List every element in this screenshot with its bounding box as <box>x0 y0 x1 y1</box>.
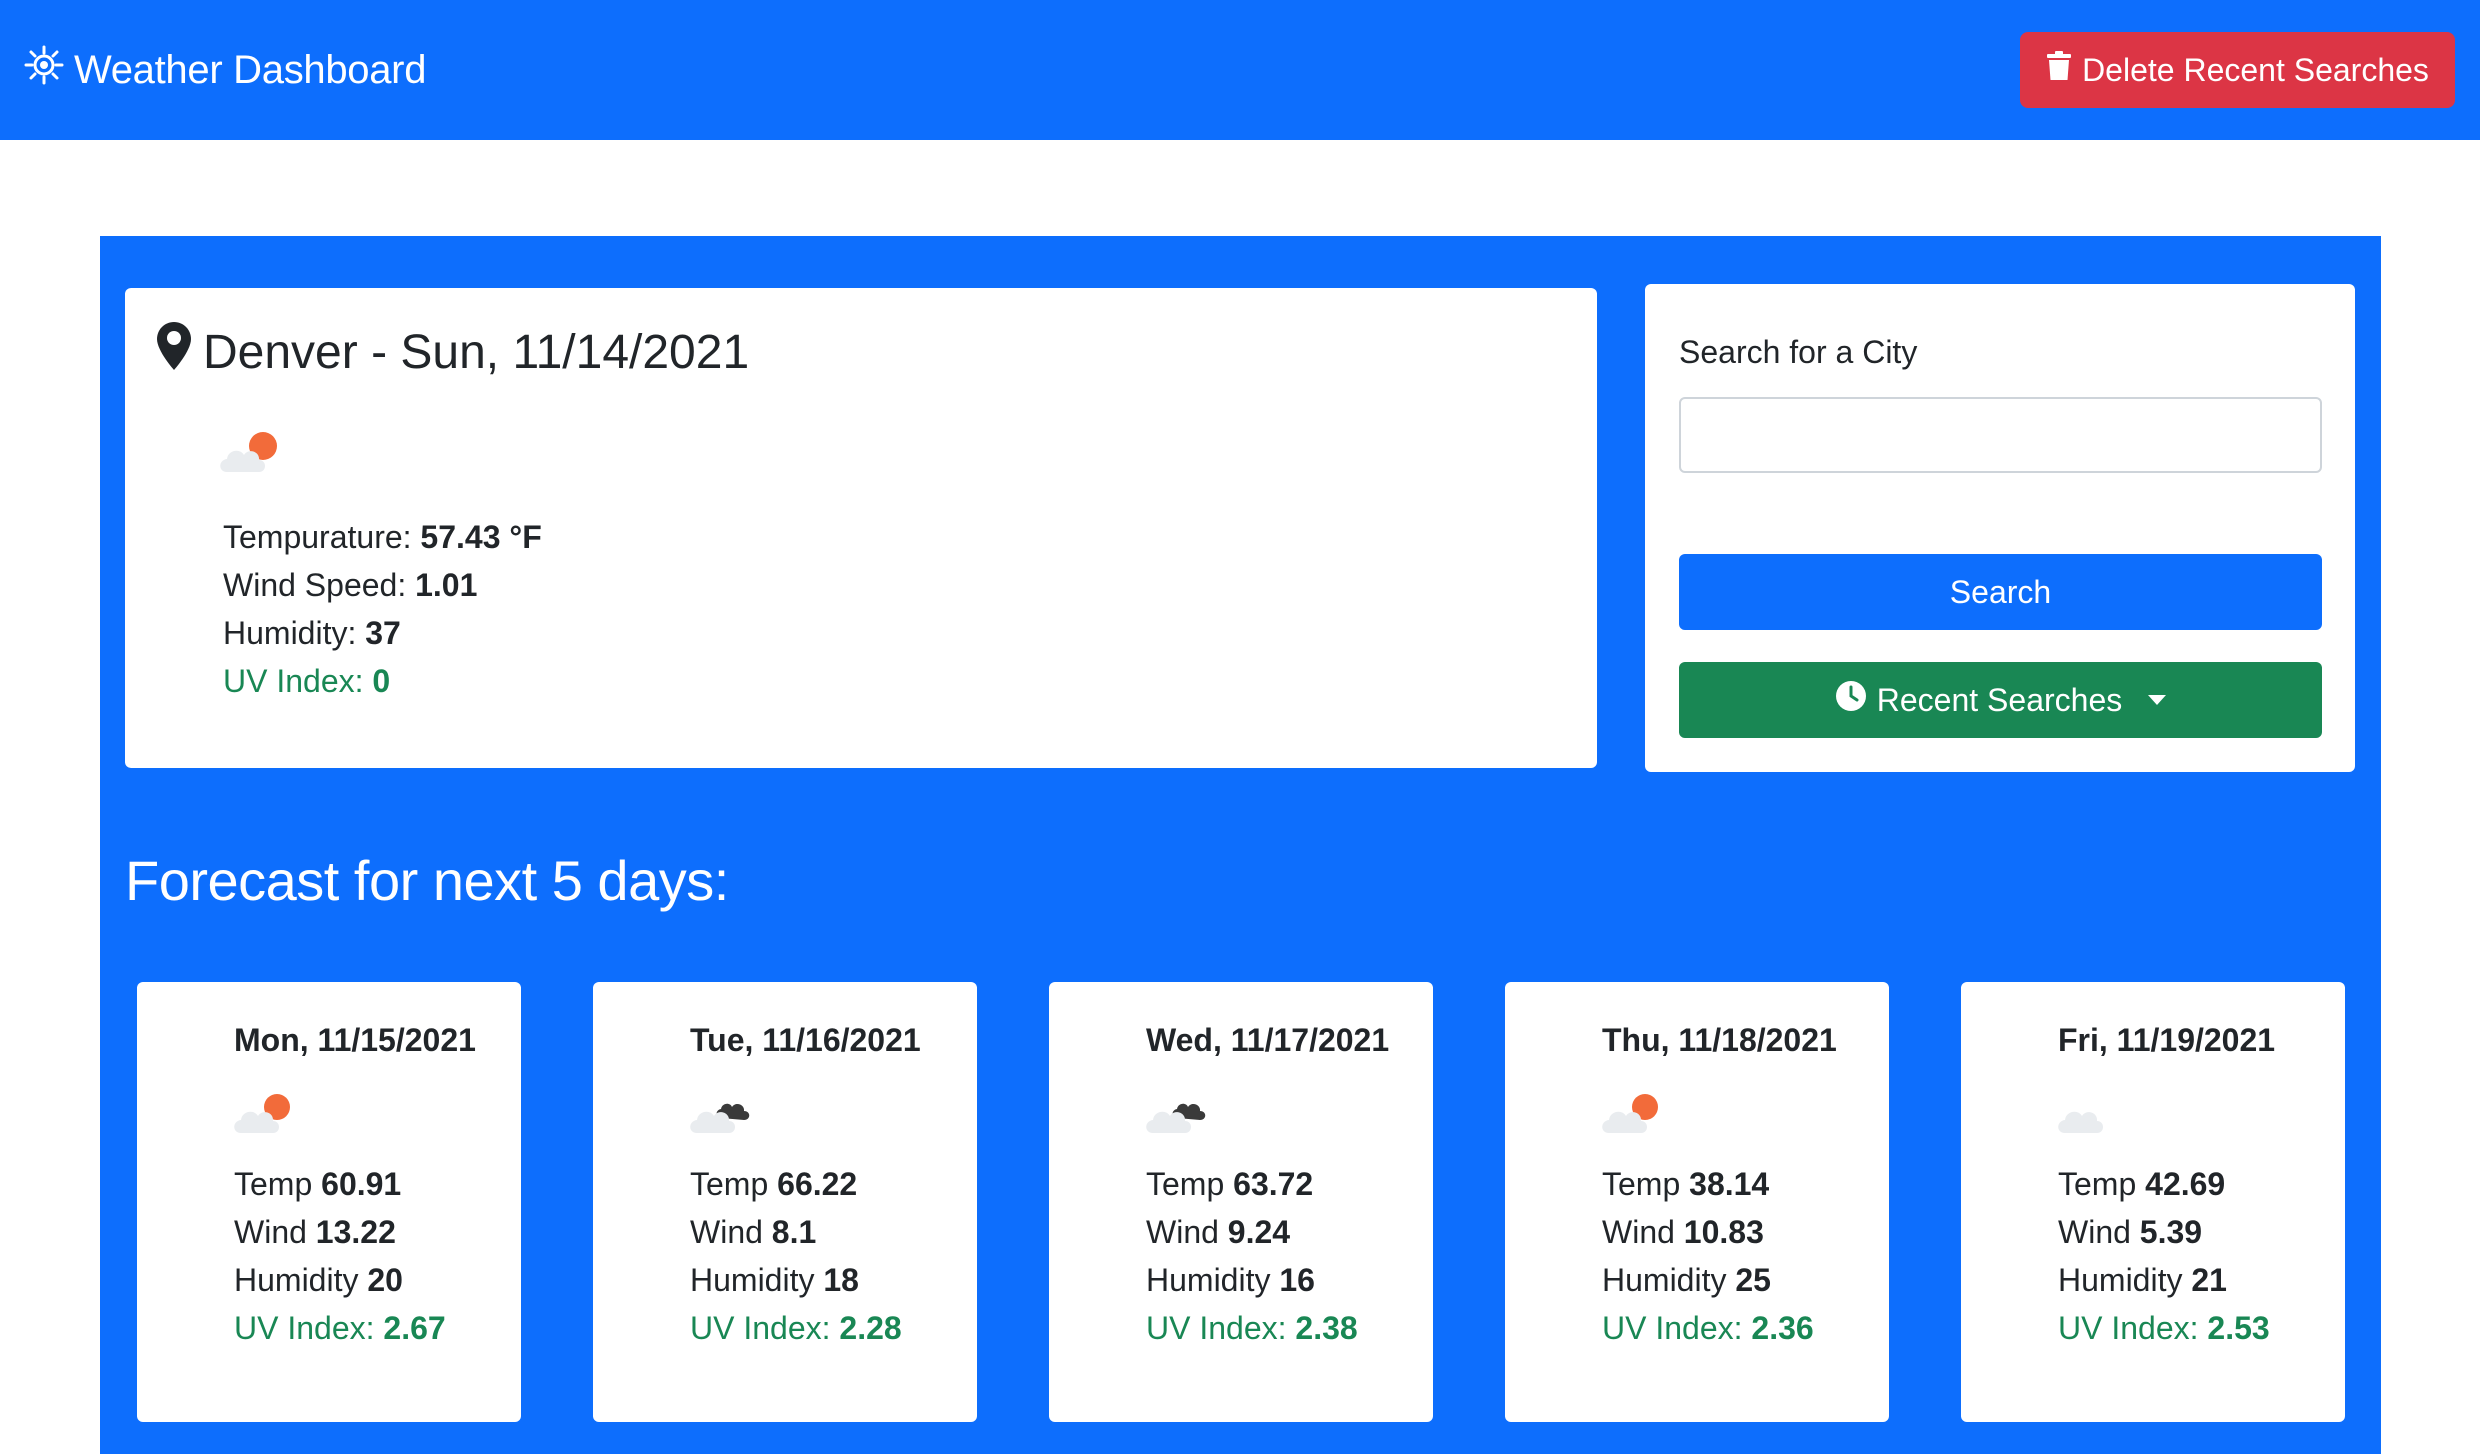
forecast-stats: Temp 60.91 Wind 13.22 Humidity 20 UV Ind… <box>234 1166 446 1346</box>
forecast-card: Wed, 11/17/2021 Temp 63.72 Wind 9.24 Hum… <box>1049 982 1433 1422</box>
search-button[interactable]: Search <box>1679 554 2322 630</box>
forecast-stats: Temp 38.14 Wind 10.83 Humidity 25 UV Ind… <box>1602 1166 1814 1346</box>
search-label: Search for a City <box>1679 334 1918 370</box>
current-uv-index: UV Index: 0 <box>223 663 391 699</box>
current-city-date: Denver - Sun, 11/14/2021 <box>203 325 750 379</box>
partly-cloudy-day-icon <box>1597 1088 1667 1138</box>
forecast-stats: Temp 63.72 Wind 9.24 Humidity 16 UV Inde… <box>1146 1166 1358 1346</box>
forecast-date: Wed, 11/17/2021 <box>1146 1022 1390 1058</box>
cloud-icon <box>2053 1088 2123 1138</box>
delete-button-label: Delete Recent Searches <box>2082 51 2429 88</box>
forecast-card: Fri, 11/19/2021 Temp 42.69 Wind 5.39 Hum… <box>1961 982 2345 1422</box>
partly-cloudy-day-icon <box>229 1088 299 1138</box>
forecast-card: Tue, 11/16/2021 Temp 66.22 Wind 8.1 Humi… <box>593 982 977 1422</box>
current-stats: Tempurature: 57.43 °F Wind Speed: 1.01 H… <box>223 513 542 705</box>
forecast-stats: Temp 66.22 Wind 8.1 Humidity 18 UV Index… <box>690 1166 902 1346</box>
brand-title: Weather Dashboard <box>74 47 427 92</box>
current-title: Denver - Sun, 11/14/2021 <box>157 322 749 382</box>
chevron-down-icon <box>2148 695 2167 705</box>
forecast-stats: Temp 42.69 Wind 5.39 Humidity 21 UV Inde… <box>2058 1166 2270 1346</box>
city-search-input[interactable] <box>1679 397 2322 473</box>
search-card: Search for a City Search Recent Searches <box>1645 284 2355 772</box>
current-temperature: Tempurature: 57.43 °F <box>223 519 542 555</box>
current-humidity: Humidity: 37 <box>223 615 401 651</box>
clock-icon <box>1835 680 1867 720</box>
delete-recent-searches-button[interactable]: Delete Recent Searches <box>2020 32 2455 108</box>
broken-clouds-icon <box>1141 1088 1211 1138</box>
forecast-card: Mon, 11/15/2021 Temp 60.91 Wind 13.22 Hu… <box>137 982 521 1422</box>
forecast-date: Mon, 11/15/2021 <box>234 1022 476 1058</box>
sun-icon <box>24 45 64 95</box>
recent-searches-dropdown[interactable]: Recent Searches <box>1679 662 2322 738</box>
current-weather-card: Denver - Sun, 11/14/2021 Tempurature: 57… <box>125 288 1597 768</box>
navbar: Weather Dashboard Delete Recent Searches <box>0 0 2480 140</box>
map-pin-icon <box>157 322 191 382</box>
forecast-date: Tue, 11/16/2021 <box>690 1022 921 1058</box>
forecast-card: Thu, 11/18/2021 Temp 38.14 Wind 10.83 Hu… <box>1505 982 1889 1422</box>
brand[interactable]: Weather Dashboard <box>24 45 426 95</box>
forecast-title: Forecast for next 5 days: <box>125 849 729 912</box>
partly-cloudy-day-icon <box>215 426 285 478</box>
forecast-date: Fri, 11/19/2021 <box>2058 1022 2276 1058</box>
broken-clouds-icon <box>685 1088 755 1138</box>
forecast-date: Thu, 11/18/2021 <box>1602 1022 1837 1058</box>
current-wind-speed: Wind Speed: 1.01 <box>223 567 478 603</box>
main-container: Denver - Sun, 11/14/2021 Tempurature: 57… <box>100 236 2381 1454</box>
recent-searches-label: Recent Searches <box>1876 681 2123 718</box>
trash-icon <box>2046 51 2072 89</box>
